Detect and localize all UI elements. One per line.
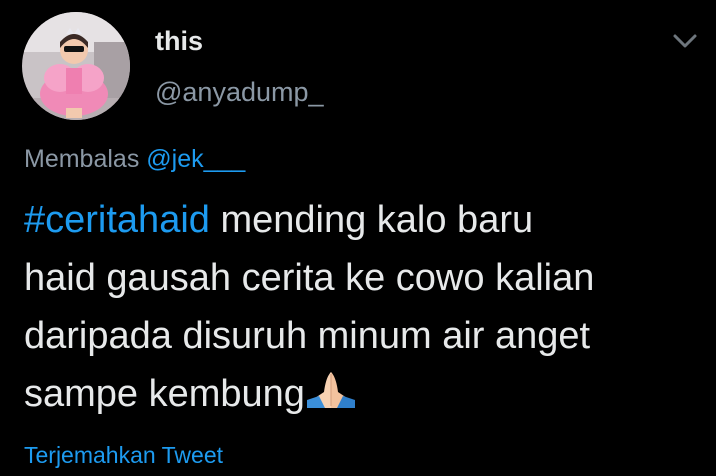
tweet-text-line-2: haid gausah cerita ke cowo kalian [24,257,595,299]
tweet-text-line-4: sampe kembung [24,365,704,423]
tweet-text-line-1-rest: mending kalo baru [209,199,534,241]
chevron-down-icon[interactable] [666,22,704,60]
reply-prefix: Membalas [24,145,140,173]
reply-mention-link[interactable]: @jek___ [146,145,245,173]
tweet-text-line-4-words: sampe kembung [24,373,305,415]
translate-tweet-link[interactable]: Terjemahkan Tweet [24,440,223,470]
tweet-text-line-1: #ceritahaid mending kalo baru [24,191,704,249]
avatar[interactable] [22,12,130,120]
avatar-photo [22,12,130,120]
tweet-text-line-3: daripada disuruh minum air anget [24,315,591,357]
author-handle[interactable]: @anyadump_ [155,76,324,108]
tweet-card: this @anyadump_ Membalas @jek___ #cerita… [0,0,716,476]
reply-context: Membalas @jek___ [24,143,245,175]
hashtag-link[interactable]: #ceritahaid [24,199,210,241]
tweet-text: #ceritahaid mending kalo baru haid gausa… [24,191,704,423]
author-display-name[interactable]: this [155,25,203,57]
folded-hands-icon [305,370,357,410]
